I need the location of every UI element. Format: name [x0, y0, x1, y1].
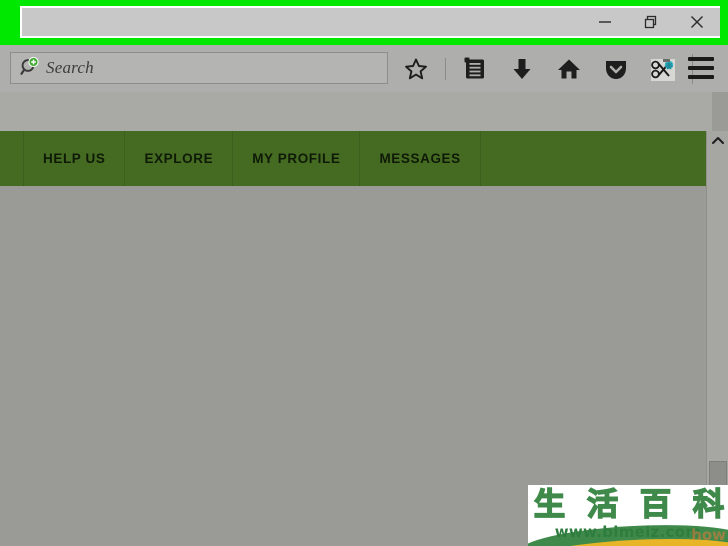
- hamburger-line: [688, 57, 714, 61]
- bookmark-star-icon[interactable]: [398, 51, 434, 87]
- nav-label: EXPLORE: [144, 151, 214, 166]
- page-scrollbar[interactable]: [706, 131, 728, 546]
- hamburger-line: [688, 75, 714, 79]
- restore-button[interactable]: [628, 8, 674, 36]
- watermark-characters: 生 活 百 科: [533, 486, 725, 524]
- site-navigation-bar: HELP US EXPLORE MY PROFILE MESSAGES: [0, 131, 706, 186]
- watermark-char: 百: [639, 486, 672, 523]
- page-viewport: HELP US EXPLORE MY PROFILE MESSAGES: [0, 92, 728, 546]
- nav-item-my-profile[interactable]: MY PROFILE: [233, 131, 361, 186]
- nav-item-help-us[interactable]: HELP US: [24, 131, 126, 186]
- nav-label: MY PROFILE: [252, 151, 341, 166]
- scroll-up-icon[interactable]: [707, 131, 728, 151]
- toolbar-divider: [445, 57, 446, 80]
- browser-titlebar[interactable]: [20, 6, 720, 38]
- search-bar[interactable]: Search: [10, 52, 388, 84]
- nav-item-explore[interactable]: EXPLORE: [125, 131, 234, 186]
- nav-label: HELP US: [43, 151, 106, 166]
- close-button[interactable]: [674, 8, 720, 36]
- search-input-placeholder[interactable]: Search: [46, 58, 94, 78]
- watermark-char: 活: [586, 486, 619, 523]
- toolbar-icon-group: [398, 45, 704, 92]
- search-add-icon: [19, 56, 41, 79]
- browser-toolbar: Search: [0, 45, 728, 92]
- nav-trailing-space: [481, 131, 706, 186]
- page-top-strip: [0, 92, 712, 131]
- pocket-icon[interactable]: [598, 51, 634, 87]
- screenshot-extension-glyph: [650, 58, 676, 81]
- watermark-ghost-text: how: [691, 526, 726, 544]
- hamburger-menu-icon[interactable]: [688, 57, 714, 79]
- screenshot-extension-icon[interactable]: [645, 51, 681, 87]
- watermark-char: 科: [692, 486, 725, 523]
- nav-leading-spacer: [0, 131, 24, 186]
- library-icon[interactable]: [457, 51, 493, 87]
- watermark-char: 生: [533, 486, 566, 523]
- download-icon[interactable]: [504, 51, 540, 87]
- hamburger-line: [688, 66, 714, 70]
- watermark: 生 活 百 科 www.bimeiz.com how: [528, 485, 728, 546]
- nav-item-messages[interactable]: MESSAGES: [360, 131, 481, 186]
- minimize-button[interactable]: [582, 8, 628, 36]
- nav-label: MESSAGES: [379, 151, 461, 166]
- home-icon[interactable]: [551, 51, 587, 87]
